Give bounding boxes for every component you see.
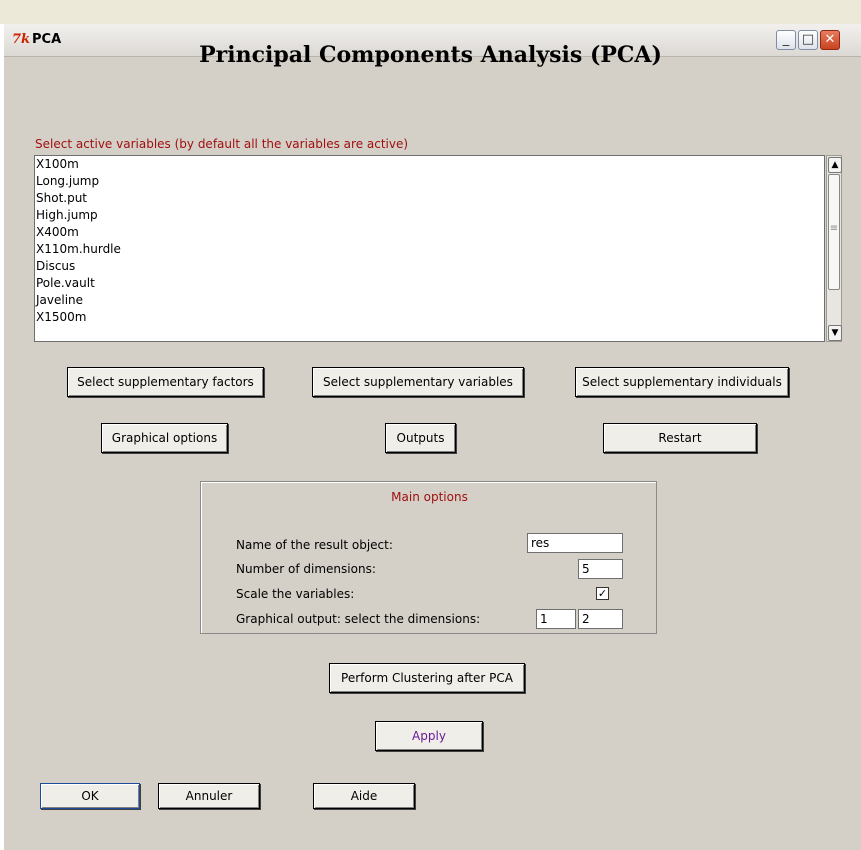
list-item[interactable]: X1500m — [35, 309, 824, 326]
graph-dim1-field[interactable]: 1 — [536, 609, 576, 629]
list-item[interactable]: Javeline — [35, 292, 824, 309]
scrollbar-thumb[interactable]: ≡ — [828, 174, 840, 290]
select-supplementary-variables-button[interactable]: Select supplementary variables — [312, 367, 524, 397]
list-item[interactable]: Shot.put — [35, 190, 824, 207]
list-item[interactable]: X100m — [35, 156, 824, 173]
ok-button[interactable]: OK — [40, 783, 140, 809]
cancel-button[interactable]: Annuler — [158, 783, 260, 809]
graph-dim2-field[interactable]: 2 — [578, 609, 623, 629]
perform-clustering-button[interactable]: Perform Clustering after PCA — [329, 663, 525, 693]
apply-button[interactable]: Apply — [375, 721, 483, 751]
graphical-options-button[interactable]: Graphical options — [101, 423, 228, 453]
scroll-up-button[interactable]: ▲ — [828, 157, 842, 173]
result-name-field[interactable]: res — [527, 533, 623, 553]
scroll-down-button[interactable]: ▼ — [828, 325, 842, 341]
select-supplementary-individuals-button[interactable]: Select supplementary individuals — [575, 367, 789, 397]
active-variables-label: Select active variables (by default all … — [35, 137, 409, 151]
list-item[interactable]: Pole.vault — [35, 275, 824, 292]
ndim-field[interactable]: 5 — [578, 559, 623, 579]
help-button[interactable]: Aide — [313, 783, 415, 809]
active-variables-listbox[interactable]: X100m Long.jump Shot.put High.jump X400m… — [34, 155, 825, 342]
result-name-label: Name of the result object: — [236, 538, 393, 552]
listbox-scrollbar[interactable]: ▲ ≡ ▼ — [826, 155, 842, 342]
chevron-down-icon: ▼ — [831, 328, 839, 338]
background-window-strip — [0, 0, 861, 24]
ndim-label: Number of dimensions: — [236, 562, 376, 576]
checkmark-icon: ✓ — [597, 587, 608, 600]
list-item[interactable]: Discus — [35, 258, 824, 275]
main-options-title: Main options — [391, 490, 468, 504]
restart-button[interactable]: Restart — [603, 423, 757, 453]
list-item[interactable]: High.jump — [35, 207, 824, 224]
scale-variables-checkbox[interactable]: ✓ — [596, 587, 609, 600]
select-supplementary-factors-button[interactable]: Select supplementary factors — [67, 367, 264, 397]
page-title: Principal Components Analysis (PCA) — [199, 42, 662, 68]
list-item[interactable]: X110m.hurdle — [35, 241, 824, 258]
list-item[interactable]: X400m — [35, 224, 824, 241]
graph-dims-label: Graphical output: select the dimensions: — [236, 612, 481, 626]
list-item[interactable]: Long.jump — [35, 173, 824, 190]
outputs-button[interactable]: Outputs — [385, 423, 456, 453]
scale-variables-label: Scale the variables: — [236, 587, 355, 601]
chevron-up-icon: ▲ — [831, 160, 839, 170]
